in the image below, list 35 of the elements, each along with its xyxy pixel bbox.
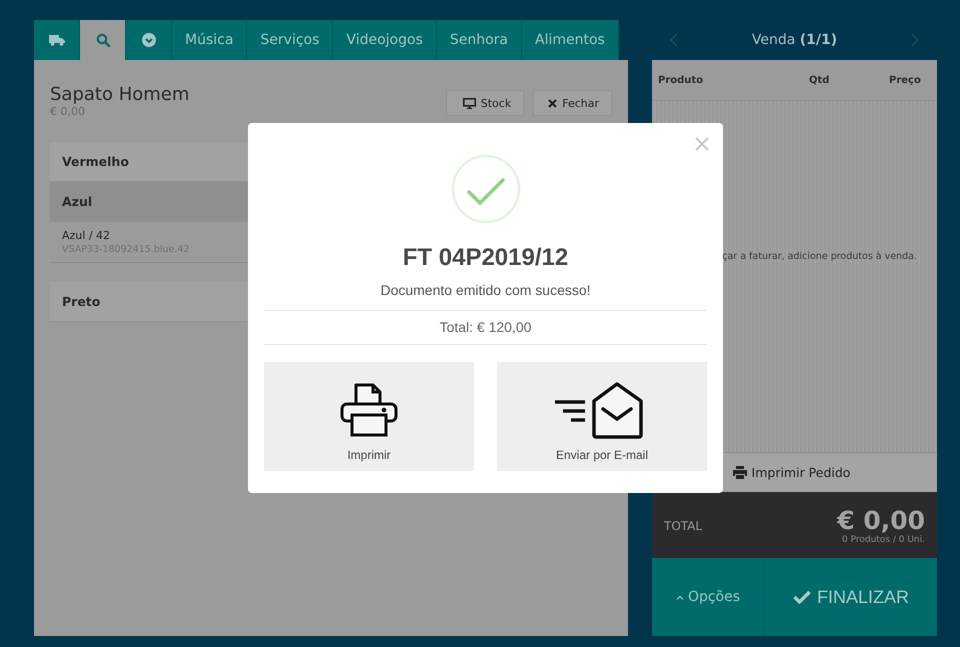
category-tab[interactable]: Alimentos — [522, 20, 619, 60]
success-message: Documento emitido com sucesso! — [380, 282, 591, 298]
search-icon — [96, 33, 110, 47]
column-header: Produto — [658, 74, 704, 86]
category-tab[interactable]: Videojogos — [333, 20, 437, 60]
empty-message: çar a faturar, adicione produtos à venda. — [722, 251, 917, 262]
print-button[interactable]: Imprimir — [264, 362, 474, 471]
printer-icon — [732, 466, 747, 479]
dropdown-tab[interactable] — [126, 20, 172, 60]
success-check-icon — [450, 154, 520, 224]
monitor-icon — [462, 98, 476, 108]
caret-icon — [676, 594, 684, 600]
category-tab[interactable]: Música — [172, 20, 248, 60]
category-tab[interactable]: Senhora — [436, 20, 522, 60]
truck-tab[interactable] — [34, 20, 80, 60]
sale-title: Venda (1/1) — [752, 32, 838, 48]
email-button[interactable]: Enviar por E-mail — [497, 362, 707, 471]
product-name: Sapato Homem — [50, 84, 190, 105]
search-tab[interactable] — [80, 20, 126, 60]
truck-icon — [48, 34, 64, 46]
close-icon[interactable] — [695, 137, 709, 151]
total-label: TOTAL — [664, 519, 702, 533]
close-button[interactable]: Fechar — [533, 90, 612, 116]
column-header: Qtd — [809, 74, 830, 86]
printer-icon — [340, 381, 398, 439]
category-tab[interactable]: Serviços — [247, 20, 334, 60]
total-summary: 0 Produtos / 0 Uni. — [842, 534, 925, 544]
document-number: FT 04P2019/12 — [402, 244, 568, 272]
close-icon — [548, 98, 558, 108]
column-header: Preço — [889, 74, 919, 86]
total-amount: € 0,00 — [837, 506, 925, 534]
checkmark-icon — [792, 590, 811, 604]
chevron-circle-icon — [142, 33, 156, 47]
stock-button[interactable]: Stock — [446, 90, 524, 116]
document-total: Total: € 120,00 — [264, 310, 707, 345]
